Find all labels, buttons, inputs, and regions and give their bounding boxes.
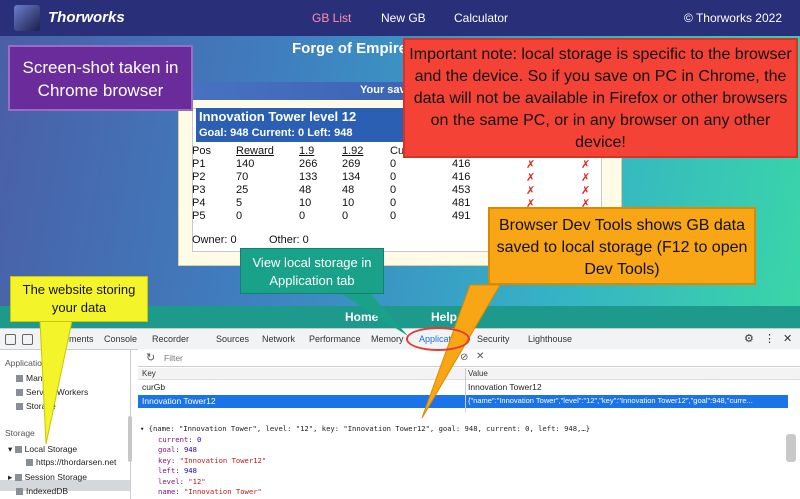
application-tab-highlight-oval [406, 327, 470, 351]
devtools-callout-pointer [421, 284, 501, 419]
application-callout-pointer [340, 293, 408, 336]
application-tab-callout: View local storage in Application tab [240, 248, 384, 294]
website-callout-pointer [39, 320, 73, 445]
devtools-callout: Browser Dev Tools shows GB data saved to… [488, 207, 756, 285]
chrome-callout: Screen-shot taken in Chrome browser [8, 45, 193, 111]
storage-note-callout: Important note: local storage is specifi… [403, 38, 798, 158]
screenshot: Thorworks GB List New GB Calculator © Th… [0, 0, 800, 499]
website-callout: The website storing your data [10, 276, 148, 322]
